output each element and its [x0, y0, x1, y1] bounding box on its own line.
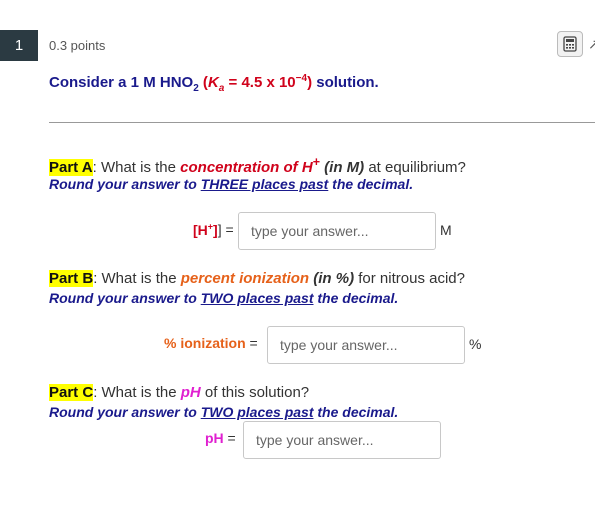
ph-input[interactable] [243, 421, 441, 459]
calculator-icon [563, 36, 577, 52]
question-points: 0.3 points [49, 38, 106, 53]
h-concentration-input[interactable] [238, 212, 436, 250]
part-b-unit: % [469, 336, 482, 352]
part-b-question: Part B: What is the percent ionization (… [49, 270, 465, 287]
question-number: 1 [0, 30, 38, 61]
percent-ionization-input[interactable] [267, 326, 465, 364]
part-c-question: Part C: What is the pH of this solution? [49, 384, 310, 401]
part-c-label: pH = [205, 430, 236, 446]
part-a-rounding: Round your answer to THREE places past t… [49, 176, 414, 192]
part-a-label: [H+]] = [193, 221, 234, 238]
part-a-question: Part A: What is the concentration of H+ … [49, 155, 466, 176]
part-b-label: % ionization = [164, 335, 258, 351]
expand-icon[interactable]: ↗ [588, 36, 595, 53]
question-title: Consider a 1 M HNO2 (Ka = 4.5 x 10−4) so… [49, 73, 379, 94]
calculator-button[interactable] [557, 31, 583, 57]
part-c-rounding: Round your answer to TWO places past the… [49, 404, 399, 420]
part-a-unit: M [440, 222, 452, 238]
divider [49, 122, 595, 123]
part-b-rounding: Round your answer to TWO places past the… [49, 290, 399, 306]
